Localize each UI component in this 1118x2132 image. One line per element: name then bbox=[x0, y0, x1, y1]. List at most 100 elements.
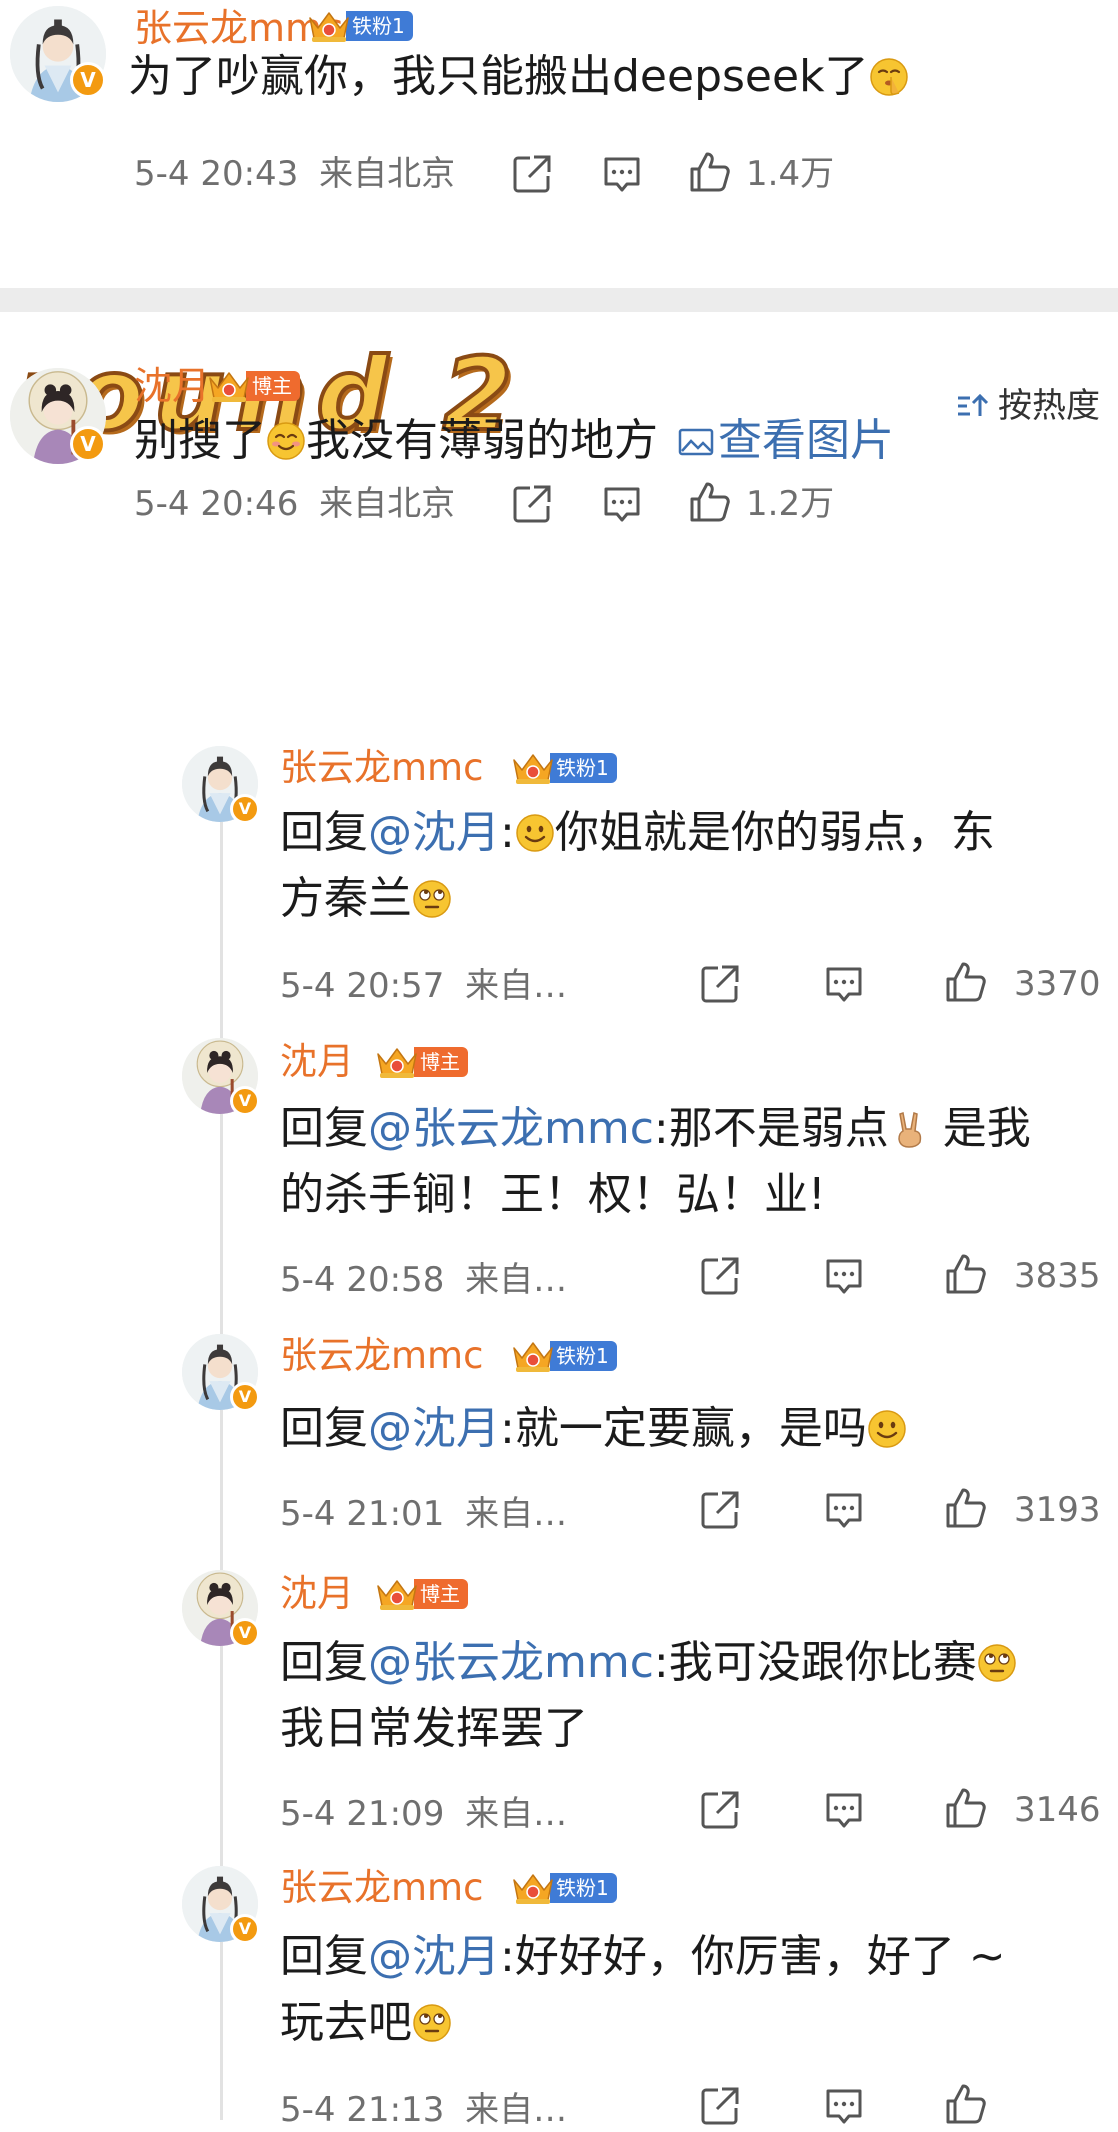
like-count: 3370 bbox=[1014, 964, 1101, 1004]
reply-meta: 5-4 21:13 来自… bbox=[280, 2090, 567, 2130]
comment-icon[interactable] bbox=[822, 2084, 866, 2128]
reply-location: 来自… bbox=[465, 1794, 568, 1834]
verified-icon: V bbox=[70, 62, 106, 98]
comment-text: 为了吵赢你，我只能搬出deepseek了 bbox=[128, 44, 909, 110]
verified-icon: V bbox=[230, 1618, 260, 1648]
reply-author[interactable]: 沈月 bbox=[280, 1040, 354, 1084]
fan-badge[interactable]: 铁粉1 bbox=[510, 1338, 617, 1374]
reply-location: 来自… bbox=[465, 1260, 568, 1300]
reply-meta: 5-4 20:57 来自… bbox=[280, 966, 567, 1006]
crown-icon bbox=[510, 750, 556, 786]
comment-icon[interactable] bbox=[822, 1488, 866, 1532]
reply-time: 5-4 21:09 bbox=[280, 1794, 445, 1834]
share-icon[interactable] bbox=[510, 152, 554, 196]
smile-emoji bbox=[515, 813, 555, 853]
like-icon[interactable] bbox=[944, 1252, 988, 1296]
verified-icon: V bbox=[230, 794, 260, 824]
view-image-link[interactable]: 查看图片 bbox=[678, 415, 894, 466]
comment-time: 5-4 20:43 bbox=[134, 154, 299, 194]
crown-icon bbox=[306, 8, 352, 44]
like-count: 3193 bbox=[1014, 1490, 1101, 1530]
fan-badge-label: 铁粉1 bbox=[550, 1341, 617, 1371]
comment-icon[interactable] bbox=[822, 1788, 866, 1832]
fan-badge[interactable]: 铁粉1 bbox=[510, 1870, 617, 1906]
like-icon[interactable] bbox=[688, 480, 732, 524]
sort-icon bbox=[958, 393, 989, 416]
mention-link[interactable]: @沈月 bbox=[368, 1403, 500, 1454]
crown-icon bbox=[206, 368, 252, 404]
comment-location: 来自北京 bbox=[319, 484, 456, 524]
crown-icon bbox=[374, 1576, 420, 1612]
host-badge-label: 博主 bbox=[414, 1047, 468, 1077]
share-icon[interactable] bbox=[698, 962, 742, 1006]
host-badge[interactable]: 博主 bbox=[374, 1044, 468, 1080]
verified-icon: V bbox=[70, 426, 106, 462]
comment-meta: 5-4 20:46 来自北京 bbox=[134, 484, 455, 524]
reply-location: 来自… bbox=[465, 1494, 568, 1534]
reply-meta: 5-4 21:09 来自… bbox=[280, 1794, 567, 1834]
share-icon[interactable] bbox=[510, 482, 554, 526]
verified-icon: V bbox=[230, 1382, 260, 1412]
share-icon[interactable] bbox=[698, 1254, 742, 1298]
comment-icon[interactable] bbox=[600, 152, 644, 196]
reply-text: 回复@沈月:好好好，你厉害，好了 ~ bbox=[280, 1931, 1006, 1982]
mention-link[interactable]: @张云龙mmc bbox=[368, 1637, 654, 1688]
eyeroll-emoji bbox=[977, 1643, 1017, 1683]
host-badge-label: 博主 bbox=[246, 371, 300, 401]
reply-text-line2: 玩去吧 bbox=[280, 1990, 452, 2056]
sort-label: 按热度 bbox=[998, 386, 1100, 426]
reply-author[interactable]: 张云龙mmc bbox=[280, 1334, 483, 1378]
like-icon[interactable] bbox=[944, 1486, 988, 1530]
reply-time: 5-4 20:57 bbox=[280, 966, 445, 1006]
fan-badge-label: 铁粉1 bbox=[550, 753, 617, 783]
mention-link[interactable]: @张云龙mmc bbox=[368, 1103, 654, 1154]
reply-text: 回复@张云龙mmc:我可没跟你比赛 bbox=[280, 1630, 1017, 1696]
reply-time: 5-4 21:13 bbox=[280, 2090, 445, 2130]
reply-time: 5-4 20:58 bbox=[280, 1260, 445, 1300]
fan-badge-label: 铁粉1 bbox=[346, 11, 413, 41]
host-badge[interactable]: 博主 bbox=[206, 368, 300, 404]
sort-button[interactable]: 按热度 bbox=[956, 386, 1100, 426]
comment-meta: 5-4 20:43 来自北京 bbox=[134, 154, 455, 194]
crown-icon bbox=[374, 1044, 420, 1080]
like-icon[interactable] bbox=[944, 1786, 988, 1830]
reply-author[interactable]: 张云龙mmc bbox=[280, 1866, 483, 1910]
fan-badge[interactable]: 铁粉1 bbox=[510, 750, 617, 786]
comment-icon[interactable] bbox=[822, 962, 866, 1006]
crown-icon bbox=[510, 1870, 556, 1906]
share-icon[interactable] bbox=[698, 2084, 742, 2128]
reply-author[interactable]: 沈月 bbox=[280, 1572, 354, 1616]
fan-badge-label: 铁粉1 bbox=[550, 1873, 617, 1903]
comment-icon[interactable] bbox=[600, 482, 644, 526]
reply-author[interactable]: 张云龙mmc bbox=[280, 746, 483, 790]
like-count: 3146 bbox=[1014, 1790, 1101, 1830]
comment-author[interactable]: 沈月 bbox=[134, 364, 210, 408]
mention-link[interactable]: @沈月 bbox=[368, 1931, 500, 1982]
share-icon[interactable] bbox=[698, 1788, 742, 1832]
crown-icon bbox=[510, 1338, 556, 1374]
fan-badge[interactable]: 铁粉1 bbox=[306, 8, 413, 44]
verified-icon: V bbox=[230, 1086, 260, 1116]
reply-location: 来自… bbox=[465, 966, 568, 1006]
comment-text: 别搜了 我没有薄弱的地方 查看图片 bbox=[134, 415, 894, 466]
section-divider bbox=[0, 288, 1118, 312]
smile-emoji bbox=[867, 1409, 907, 1449]
mention-link[interactable]: @沈月 bbox=[368, 807, 500, 858]
share-icon[interactable] bbox=[698, 1488, 742, 1532]
like-icon[interactable] bbox=[944, 960, 988, 1004]
like-icon[interactable] bbox=[944, 2082, 988, 2126]
comment-icon[interactable] bbox=[822, 1254, 866, 1298]
victory-hand-emoji bbox=[889, 1109, 929, 1149]
reply-time: 5-4 21:01 bbox=[280, 1494, 445, 1534]
verified-icon: V bbox=[230, 1914, 260, 1944]
reply-text: 回复@张云龙mmc:那不是弱点 是我 bbox=[280, 1103, 1031, 1154]
like-icon[interactable] bbox=[688, 150, 732, 194]
like-count: 1.4万 bbox=[746, 154, 835, 194]
reply-text: 回复@沈月: 你姐就是你的弱点，东 bbox=[280, 807, 995, 858]
smile-emoji bbox=[266, 421, 306, 461]
comment-location: 来自北京 bbox=[319, 154, 456, 194]
host-badge[interactable]: 博主 bbox=[374, 1576, 468, 1612]
eyeroll-emoji bbox=[412, 2003, 452, 2043]
reply-text: 回复@沈月:就一定要赢，是吗 bbox=[280, 1396, 907, 1462]
reply-meta: 5-4 21:01 来自… bbox=[280, 1494, 567, 1534]
